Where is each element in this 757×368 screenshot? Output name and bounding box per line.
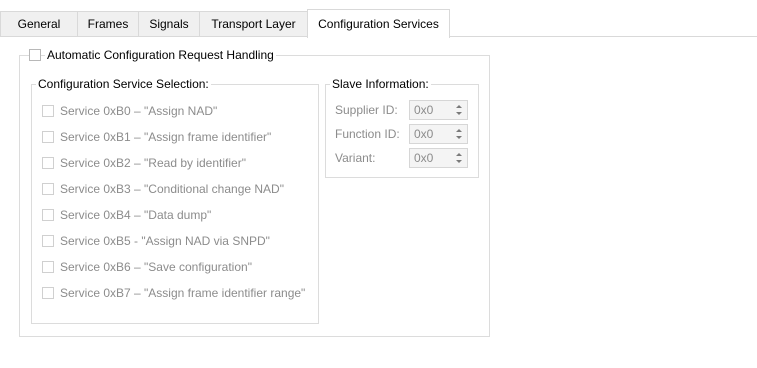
tab-divider (0, 36, 307, 37)
service-b7-checkbox[interactable] (42, 287, 54, 299)
service-b4-checkbox[interactable] (42, 209, 54, 221)
supplier-id-value: 0x0 (414, 103, 434, 117)
tab-label: Signals (149, 17, 189, 31)
tab-frames[interactable]: Frames (77, 11, 139, 36)
service-b2-label: Service 0xB2 – "Read by identifier" (60, 156, 246, 170)
function-id-spinbox[interactable]: 0x0 (409, 124, 468, 144)
service-b0-label: Service 0xB0 – "Assign NAD" (60, 104, 218, 118)
spin-arrows-icon[interactable] (455, 127, 464, 141)
service-b5-label: Service 0xB5 - "Assign NAD via SNPD" (60, 234, 270, 248)
tab-transport-layer[interactable]: Transport Layer (199, 11, 308, 36)
service-b7-label: Service 0xB7 – "Assign frame identifier … (60, 286, 306, 300)
service-b3-checkbox[interactable] (42, 183, 54, 195)
spin-arrows-icon[interactable] (455, 103, 464, 117)
spin-arrows-icon[interactable] (455, 151, 464, 165)
variant-label: Variant: (335, 151, 376, 165)
tab-configuration-services[interactable]: Configuration Services (307, 9, 450, 38)
service-b5-checkbox[interactable] (42, 235, 54, 247)
supplier-id-label: Supplier ID: (335, 103, 398, 117)
auto-config-checkbox[interactable] (29, 49, 41, 61)
service-b4-label: Service 0xB4 – "Data dump" (60, 208, 212, 222)
service-b1-label: Service 0xB1 – "Assign frame identifier" (60, 130, 272, 144)
tab-label: General (17, 17, 61, 31)
tab-divider (449, 36, 757, 37)
tab-general-bg: General (0, 11, 78, 36)
tab-label: Configuration Services (318, 17, 439, 31)
service-selection-title: Configuration Service Selection: (36, 77, 211, 91)
tab-bar: General Frames Signals Transport Layer C… (0, 0, 757, 38)
variant-value: 0x0 (414, 151, 434, 165)
function-id-label: Function ID: (335, 127, 400, 141)
auto-config-label[interactable]: Automatic Configuration Request Handling (45, 48, 276, 62)
variant-spinbox[interactable]: 0x0 (409, 148, 468, 168)
service-b2-checkbox[interactable] (42, 157, 54, 169)
tab-label: Frames (87, 17, 129, 31)
tab-signals[interactable]: Signals (138, 11, 200, 36)
slave-info-title: Slave Information: (330, 77, 431, 91)
service-b3-label: Service 0xB3 – "Conditional change NAD" (60, 182, 284, 196)
service-b6-label: Service 0xB6 – "Save configuration" (60, 260, 252, 274)
service-b1-checkbox[interactable] (42, 131, 54, 143)
service-b0-checkbox[interactable] (42, 105, 54, 117)
supplier-id-spinbox[interactable]: 0x0 (409, 100, 468, 120)
function-id-value: 0x0 (414, 127, 434, 141)
tab-label: Transport Layer (211, 17, 296, 31)
service-b6-checkbox[interactable] (42, 261, 54, 273)
